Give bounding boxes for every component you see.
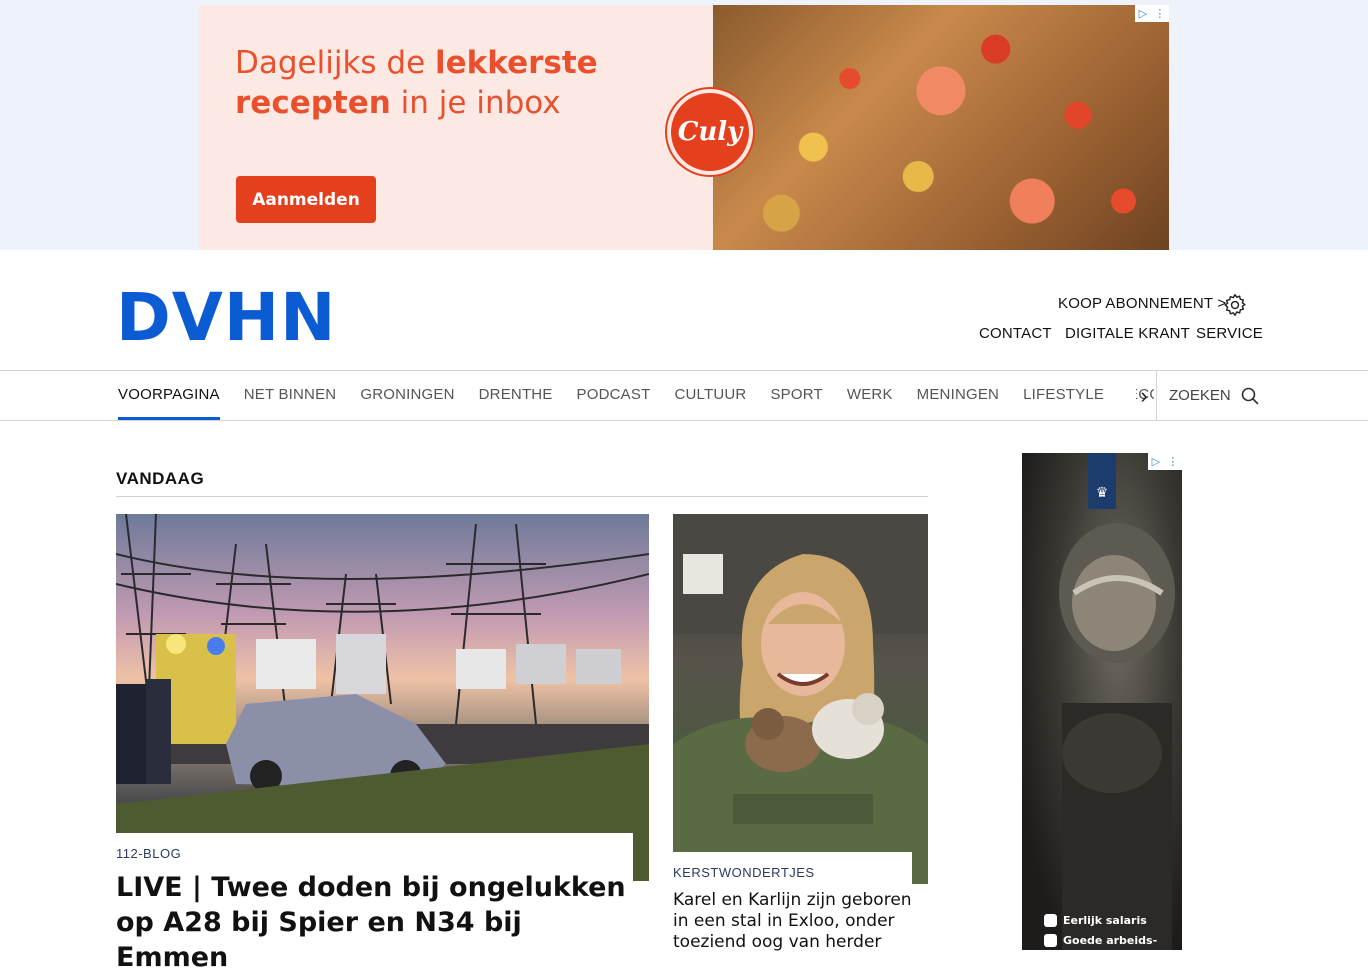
- side-ad-check-label: Eerlijk salaris: [1063, 914, 1147, 927]
- subscribe-link[interactable]: KOOP ABONNEMENT >: [1058, 295, 1226, 312]
- nav-fade: [1104, 371, 1136, 420]
- nav-item-voorpagina[interactable]: VOORPAGINA: [118, 371, 220, 420]
- article-headline[interactable]: Karel en Karlijn zijn geboren in een sta…: [673, 890, 913, 953]
- top-ad-band: Dagelijks de lekkerste recepten in je in…: [0, 0, 1368, 250]
- site-logo[interactable]: DVHN: [116, 285, 336, 351]
- nav-item-lifestyle[interactable]: LIFESTYLE: [1023, 371, 1104, 420]
- nav-item-sport[interactable]: SPORT: [770, 371, 822, 420]
- goats-illustration: [673, 514, 928, 884]
- ad-food-image: [713, 5, 1169, 250]
- side-ad-image: [1059, 523, 1175, 950]
- side-ad-banner[interactable]: ♛ ▷ ⋮ Eerlijk salaris Goede arbeids-: [1022, 453, 1182, 950]
- article-headline[interactable]: LIVE | Twee doden bij ongelukken op A28 …: [116, 870, 628, 975]
- contact-link[interactable]: CONTACT: [979, 325, 1052, 342]
- search-label: ZOEKEN: [1169, 387, 1231, 404]
- nav-item-cultuur[interactable]: CULTUUR: [674, 371, 746, 420]
- article-kicker[interactable]: 112-BLOG: [116, 846, 181, 861]
- nav-item-podcast[interactable]: PODCAST: [577, 371, 651, 420]
- section-divider: [116, 496, 928, 497]
- crash-scene-illustration: [116, 514, 649, 881]
- ad-headline-part: lekkerste: [435, 45, 598, 81]
- main-nav: VOORPAGINA NET BINNEN GRONINGEN DRENTHE PODC…: [0, 370, 1368, 421]
- article-image-crash[interactable]: [116, 514, 649, 881]
- search-icon: [1241, 387, 1258, 404]
- ad-headline-part: recepten: [235, 85, 391, 121]
- crest-icon: ♛: [1088, 453, 1116, 509]
- chevron-right-icon[interactable]: ›: [1134, 383, 1154, 409]
- ad-choices-icon[interactable]: ▷ ⋮: [1148, 453, 1182, 470]
- nav-item-meningen[interactable]: MENINGEN: [917, 371, 999, 420]
- service-link[interactable]: SERVICE: [1196, 325, 1263, 342]
- culy-logo: Culy: [667, 89, 753, 175]
- search-button[interactable]: ZOEKEN: [1169, 371, 1259, 420]
- ad-play-icon: ▷: [1151, 456, 1161, 468]
- ad-signup-button[interactable]: Aanmelden: [236, 176, 376, 223]
- nav-item-drenthe[interactable]: DRENTHE: [479, 371, 553, 420]
- ad-headline: Dagelijks de lekkerste recepten in je in…: [235, 43, 655, 123]
- gear-icon[interactable]: [1222, 292, 1248, 318]
- article-image-goats[interactable]: [673, 514, 928, 884]
- ad-headline-part: in je inbox: [390, 85, 561, 121]
- digital-paper-link[interactable]: DIGITALE KRANT: [1065, 325, 1190, 342]
- nav-item-groningen[interactable]: GRONINGEN: [360, 371, 454, 420]
- side-ad-check-label: Goede arbeids-: [1063, 934, 1158, 947]
- nav-item-net-binnen[interactable]: NET BINNEN: [244, 371, 337, 420]
- article-kicker[interactable]: KERSTWONDERTJES: [673, 865, 815, 880]
- side-ad-check-item: Goede arbeids-: [1044, 934, 1157, 947]
- ad-headline-part: Dagelijks de: [235, 45, 436, 81]
- nav-divider: [1156, 371, 1157, 420]
- ad-menu-icon: ⋮: [1154, 8, 1166, 20]
- ad-choices-icon[interactable]: ▷ ⋮: [1135, 5, 1169, 22]
- ad-menu-icon: ⋮: [1167, 456, 1179, 468]
- checkbox-icon: [1044, 934, 1057, 947]
- nav-items: VOORPAGINA NET BINNEN GRONINGEN DRENTHE PODC…: [118, 371, 1154, 420]
- nav-item-werk[interactable]: WERK: [847, 371, 893, 420]
- side-ad-check-item: Eerlijk salaris: [1044, 914, 1147, 927]
- top-ad-banner[interactable]: Dagelijks de lekkerste recepten in je in…: [199, 5, 1169, 250]
- ad-play-icon: ▷: [1138, 8, 1148, 20]
- section-title: VANDAAG: [116, 469, 205, 488]
- checkbox-icon: [1044, 914, 1057, 927]
